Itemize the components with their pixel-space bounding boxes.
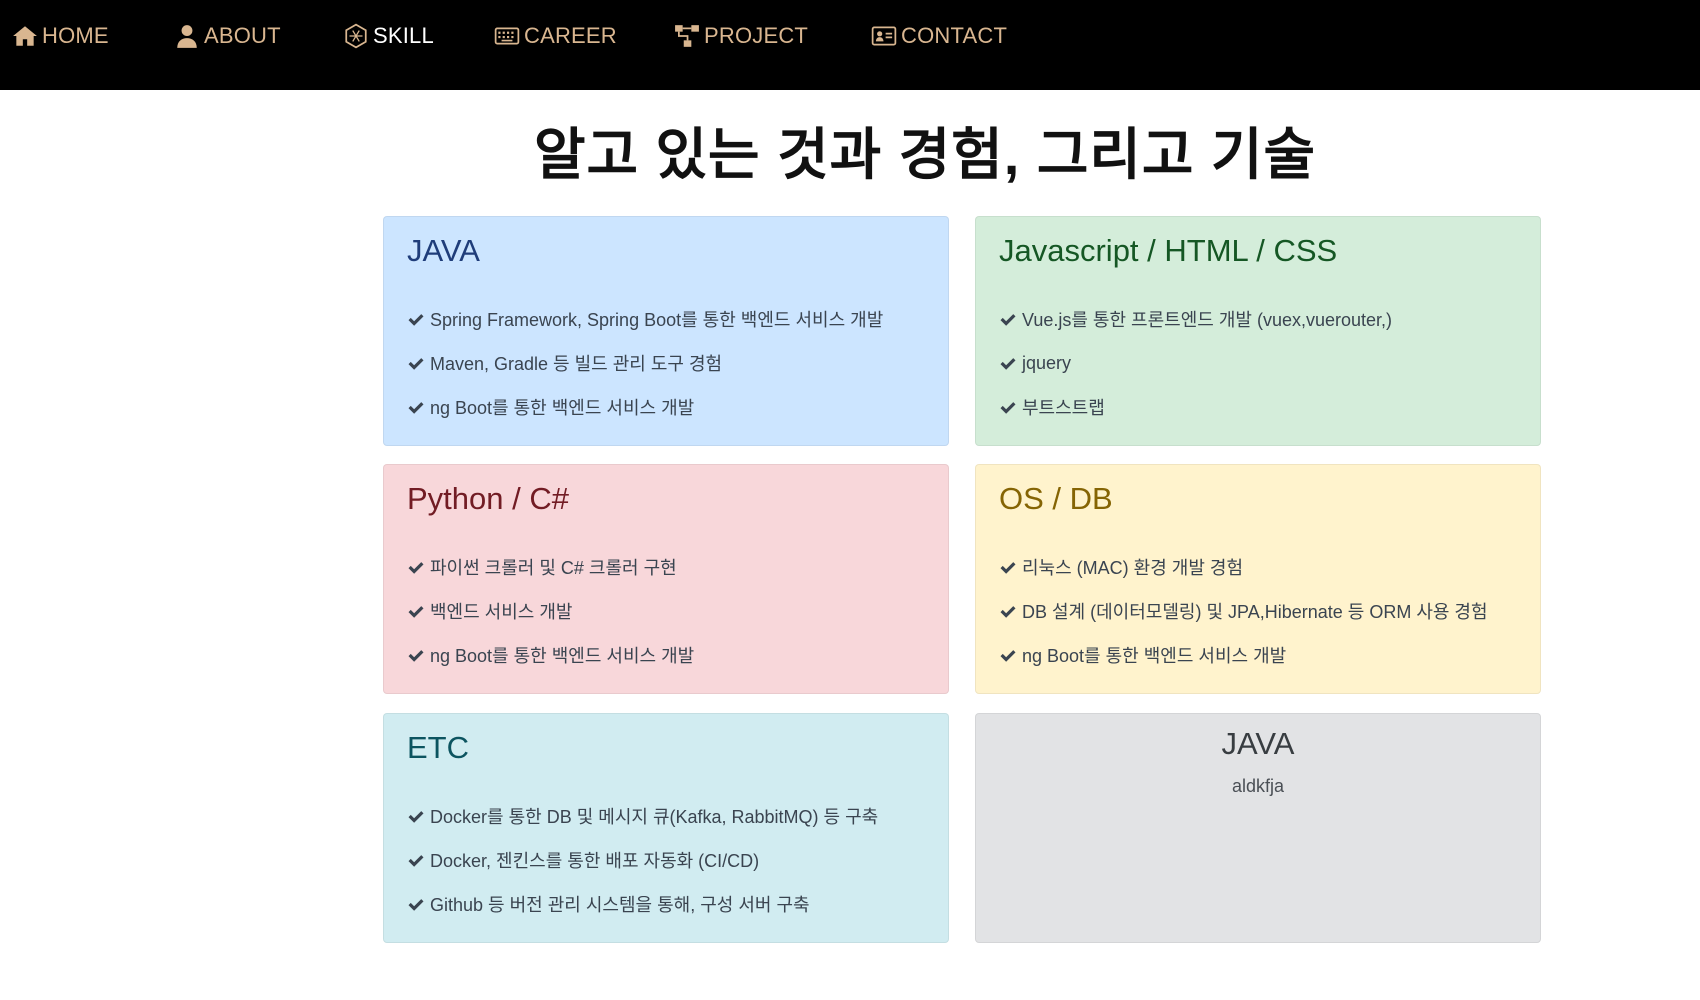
check-icon <box>408 358 424 370</box>
top-navbar: HOME ABOUT SKILL CAREER PROJECT CONTACT <box>0 0 1700 90</box>
hexagon-icon <box>345 23 367 49</box>
nav-home[interactable]: HOME <box>12 0 109 72</box>
skill-list: Vue.js를 통한 프론트엔드 개발 (vuex,vuerouter,) jq… <box>999 297 1392 429</box>
user-icon <box>177 25 197 48</box>
check-icon <box>1000 606 1016 618</box>
check-icon <box>1000 650 1016 662</box>
list-item-text: Spring Framework, Spring Boot를 통한 백엔드 서비… <box>430 310 884 330</box>
nav-career-label: CAREER <box>524 23 617 48</box>
list-item: 부트스트랩 <box>999 385 1392 429</box>
list-item-text: jquery <box>1022 352 1072 373</box>
check-icon <box>408 899 424 911</box>
list-item-text: Github 등 버전 관리 시스템을 통해, 구성 서버 구축 <box>430 895 810 915</box>
nav-about[interactable]: ABOUT <box>174 0 281 72</box>
nav-skill[interactable]: SKILL <box>343 0 434 72</box>
nav-skill-label: SKILL <box>373 23 434 48</box>
card-title: JAVA <box>407 233 480 268</box>
skill-list: 파이썬 크롤러 및 C# 크롤러 구현 백엔드 서비스 개발 ng Boot를 … <box>407 545 694 677</box>
check-icon <box>408 855 424 867</box>
nav-career[interactable]: CAREER <box>494 0 617 72</box>
list-item-text: Vue.js를 통한 프론트엔드 개발 (vuex,vuerouter,) <box>1022 310 1393 330</box>
card-subtitle: aldkfja <box>1231 776 1285 796</box>
list-item: ng Boot를 통한 백엔드 서비스 개발 <box>407 633 694 677</box>
skill-list: Spring Framework, Spring Boot를 통한 백엔드 서비… <box>407 297 883 429</box>
skill-list: Docker를 통한 DB 및 메시지 큐(Kafka, RabbitMQ) 등… <box>407 794 878 926</box>
list-item-text: 리눅스 (MAC) 환경 개발 경험 <box>1022 558 1244 578</box>
list-item: 백엔드 서비스 개발 <box>407 589 694 633</box>
skill-card-etc: ETC Docker를 통한 DB 및 메시지 큐(Kafka, RabbitM… <box>383 713 949 943</box>
card-title: ETC <box>407 730 469 765</box>
list-item: ng Boot를 통한 백엔드 서비스 개발 <box>999 633 1488 677</box>
skill-card-python: Python / C# 파이썬 크롤러 및 C# 크롤러 구현 백엔드 서비스 … <box>383 464 949 694</box>
check-icon <box>408 402 424 414</box>
list-item: Github 등 버전 관리 시스템을 통해, 구성 서버 구축 <box>407 882 878 926</box>
check-icon <box>408 606 424 618</box>
card-title: OS / DB <box>999 481 1113 516</box>
card-title: Javascript / HTML / CSS <box>999 233 1338 268</box>
skill-list: 리눅스 (MAC) 환경 개발 경험 DB 설계 (데이터모델링) 및 JPA,… <box>999 545 1488 677</box>
list-item-text: DB 설계 (데이터모델링) 및 JPA,Hibernate 등 ORM 사용 … <box>1022 602 1488 622</box>
list-item-text: Docker를 통한 DB 및 메시지 큐(Kafka, RabbitMQ) 등… <box>430 807 879 827</box>
check-icon <box>1000 358 1016 370</box>
home-icon <box>13 26 37 46</box>
list-item-text: 백엔드 서비스 개발 <box>430 602 573 622</box>
nav-contact[interactable]: CONTACT <box>871 0 1007 72</box>
list-item-text: 부트스트랩 <box>1022 398 1105 418</box>
list-item-text: 파이썬 크롤러 및 C# 크롤러 구현 <box>430 558 677 578</box>
id-card-icon <box>871 26 897 46</box>
list-item: Docker, 젠킨스를 통한 배포 자동화 (CI/CD) <box>407 838 878 882</box>
list-item-text: ng Boot를 통한 백엔드 서비스 개발 <box>1022 646 1287 666</box>
nav-project[interactable]: PROJECT <box>674 0 808 72</box>
check-icon <box>408 650 424 662</box>
check-icon <box>408 811 424 823</box>
list-item: 파이썬 크롤러 및 C# 크롤러 구현 <box>407 545 694 589</box>
page-title: 알고 있는 것과 경험, 그리고 기술 <box>533 123 1317 186</box>
check-icon <box>1000 562 1016 574</box>
check-icon <box>1000 314 1016 326</box>
list-item-text: Docker, 젠킨스를 통한 배포 자동화 (CI/CD) <box>430 851 760 871</box>
keyboard-icon <box>494 27 520 45</box>
list-item: jquery <box>999 341 1392 385</box>
card-title: Python / C# <box>407 481 569 516</box>
check-icon <box>408 314 424 326</box>
check-icon <box>408 562 424 574</box>
nav-contact-label: CONTACT <box>901 23 1008 48</box>
list-item: Docker를 통한 DB 및 메시지 큐(Kafka, RabbitMQ) 등… <box>407 794 878 838</box>
list-item: 리눅스 (MAC) 환경 개발 경험 <box>999 545 1488 589</box>
list-item: Vue.js를 통한 프론트엔드 개발 (vuex,vuerouter,) <box>999 297 1392 341</box>
list-item: Maven, Gradle 등 빌드 관리 도구 경험 <box>407 341 883 385</box>
nav-home-label: HOME <box>42 23 109 48</box>
list-item: Spring Framework, Spring Boot를 통한 백엔드 서비… <box>407 297 883 341</box>
sitemap-icon <box>675 25 699 47</box>
list-item-text: Maven, Gradle 등 빌드 관리 도구 경험 <box>430 354 723 374</box>
list-item: ng Boot를 통한 백엔드 서비스 개발 <box>407 385 883 429</box>
list-item-text: ng Boot를 통한 백엔드 서비스 개발 <box>430 646 695 666</box>
skill-card-java: JAVA Spring Framework, Spring Boot를 통한 백… <box>383 216 949 446</box>
card-title: JAVA <box>1221 726 1295 761</box>
list-item: DB 설계 (데이터모델링) 및 JPA,Hibernate 등 ORM 사용 … <box>999 589 1488 633</box>
nav-about-label: ABOUT <box>204 23 281 48</box>
skill-card-javascript: Javascript / HTML / CSS Vue.js를 통한 프론트엔드… <box>975 216 1541 446</box>
skill-card-extra: JAVA aldkfja <box>975 713 1541 943</box>
check-icon <box>1000 402 1016 414</box>
nav-project-label: PROJECT <box>704 23 809 48</box>
skill-card-os-db: OS / DB 리눅스 (MAC) 환경 개발 경험 DB 설계 (데이터모델링… <box>975 464 1541 694</box>
list-item-text: ng Boot를 통한 백엔드 서비스 개발 <box>430 398 695 418</box>
